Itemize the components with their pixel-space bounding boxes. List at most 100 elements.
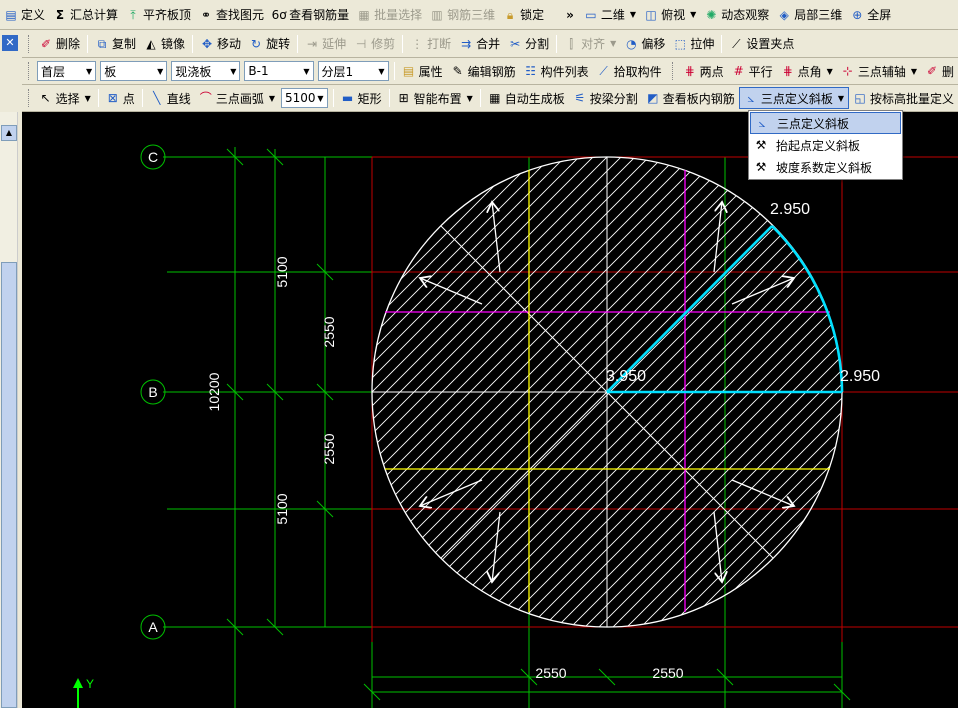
chevron-down-icon: ▼ bbox=[157, 66, 164, 76]
line-button[interactable]: ╲ 直线 bbox=[146, 87, 195, 109]
merge-button[interactable]: ⇉ 合并 bbox=[455, 33, 504, 55]
find-element-button[interactable]: ⚭ 查找图元 bbox=[195, 4, 268, 26]
mirror-button[interactable]: ◭ 镜像 bbox=[140, 33, 189, 55]
copy-button[interactable]: ⧉ 复制 bbox=[91, 33, 140, 55]
split-by-beam-button[interactable]: ⚟ 按梁分割 bbox=[569, 87, 642, 109]
trim-button[interactable]: ⊣ 修剪 bbox=[350, 33, 399, 55]
point-angle-icon: ⋕ bbox=[782, 64, 793, 78]
toolbar-grip[interactable] bbox=[28, 34, 31, 53]
component-select[interactable]: B-1 ▼ bbox=[244, 61, 314, 81]
drawing-canvas[interactable]: C B A 5100 5100 10200 2550 2550 2550 255… bbox=[22, 112, 958, 708]
pick-component-button[interactable]: ⟋ 拾取构件 bbox=[593, 60, 666, 82]
rotate-button[interactable]: ↻ 旋转 bbox=[245, 33, 294, 55]
floor-select[interactable]: 首层 ▼ bbox=[36, 61, 97, 81]
separator bbox=[721, 34, 723, 53]
set-grip-button[interactable]: ⟋ 设置夹点 bbox=[725, 33, 798, 55]
toolbar-grip[interactable] bbox=[28, 62, 31, 80]
toolbar-overflow[interactable]: » bbox=[566, 8, 574, 22]
separator bbox=[332, 89, 334, 107]
menu-item-slope-factor[interactable]: ⚒ 坡度系数定义斜板 bbox=[750, 156, 901, 178]
toolbar-grip[interactable] bbox=[671, 62, 675, 80]
close-icon[interactable]: ✕ bbox=[2, 35, 18, 51]
rebar-3d-icon: ▥ bbox=[431, 7, 443, 22]
scroll-thumb[interactable] bbox=[1, 262, 17, 708]
three-point-axis-icon: ⊹ bbox=[842, 64, 853, 78]
chevron-down-icon: ▼ bbox=[910, 66, 917, 76]
cube-icon: ◫ bbox=[645, 7, 657, 22]
extend-icon: ⇥ bbox=[307, 36, 318, 51]
summary-calc-button[interactable]: Σ 汇总计算 bbox=[49, 4, 122, 26]
lock-button[interactable]: 🔒︎ 锁定 bbox=[499, 4, 548, 26]
separator bbox=[297, 34, 299, 53]
local-3d-button[interactable]: ◈ 局部三维 bbox=[773, 4, 846, 26]
merge-icon: ⇉ bbox=[461, 36, 472, 51]
orbit-icon: ✺ bbox=[706, 7, 717, 22]
scroll-up-icon[interactable]: ▲ bbox=[1, 125, 17, 141]
smart-layout-dropdown[interactable]: ⊞ 智能布置 ▼ bbox=[393, 87, 477, 109]
window-icon: ▭ bbox=[585, 7, 597, 22]
slope-definition-menu: ⦣ 三点定义斜板 ⚒ 抬起点定义斜板 ⚒ 坡度系数定义斜板 bbox=[748, 110, 903, 180]
break-button[interactable]: ⋮ 打断 bbox=[406, 33, 455, 55]
point-button[interactable]: ⊠ 点 bbox=[102, 87, 139, 109]
menu-item-raise-point-slope[interactable]: ⚒ 抬起点定义斜板 bbox=[750, 134, 901, 156]
properties-button[interactable]: ▤ 属性 bbox=[398, 60, 447, 82]
category-select[interactable]: 板 ▼ bbox=[100, 61, 168, 81]
chevron-down-icon: ▼ bbox=[378, 66, 385, 76]
slope-icon: ⦣ bbox=[747, 91, 755, 105]
align-slab-top-button[interactable]: ⤒ 平齐板顶 bbox=[122, 4, 195, 26]
axis-label-b: B bbox=[148, 384, 157, 400]
menu-item-three-point-slope[interactable]: ⦣ 三点定义斜板 bbox=[750, 112, 901, 134]
edit-rebar-button[interactable]: ✎ 编辑钢筋 bbox=[447, 60, 520, 82]
trim-icon: ⊣ bbox=[355, 36, 367, 51]
eyedropper-icon: ⟋ bbox=[599, 64, 608, 78]
point-angle-axis-dropdown[interactable]: ⋕ 点角 ▼ bbox=[777, 60, 837, 82]
type-select[interactable]: 现浇板 ▼ bbox=[171, 61, 241, 81]
cursor-icon: ↖ bbox=[40, 91, 51, 105]
three-point-slope-icon: ⦣ bbox=[758, 116, 766, 130]
sublayer-select[interactable]: 分层1 ▼ bbox=[317, 61, 389, 81]
view-slab-rebar-button[interactable]: ◩ 查看板内钢筋 bbox=[642, 87, 739, 109]
stretch-button[interactable]: ⬚ 拉伸 bbox=[669, 33, 718, 55]
rectangle-button[interactable]: ▬ 矩形 bbox=[337, 87, 386, 109]
delete-axis-button[interactable]: ✐ 删 bbox=[921, 60, 958, 82]
view-rebar-qty-button[interactable]: 6ơ 查看钢筋量 bbox=[268, 4, 353, 26]
delete-button[interactable]: ✐ 删除 bbox=[35, 33, 84, 55]
extend-button[interactable]: ⇥ 延伸 bbox=[301, 33, 350, 55]
batch-select-button[interactable]: ▦ 批量选择 bbox=[353, 4, 426, 26]
component-list-button[interactable]: ☷ 构件列表 bbox=[520, 60, 593, 82]
top-view-dropdown[interactable]: ◫ 俯视 ▼ bbox=[640, 4, 700, 26]
two-point-axis-icon: ⋕ bbox=[684, 64, 695, 78]
move-button[interactable]: ✥ 移动 bbox=[196, 33, 245, 55]
parallel-axis-button[interactable]: # 平行 bbox=[728, 60, 777, 82]
define-button[interactable]: ▤ 定义 bbox=[0, 4, 49, 26]
two-point-axis-button[interactable]: ⋕ 两点 bbox=[679, 60, 728, 82]
offset-button[interactable]: ◔ 偏移 bbox=[620, 33, 669, 55]
chevron-down-icon: ▼ bbox=[610, 39, 617, 48]
lock-icon: 🔒︎ bbox=[506, 7, 514, 22]
separator bbox=[192, 34, 194, 53]
three-point-slope-dropdown[interactable]: ⦣ 三点定义斜板 ▼ bbox=[738, 87, 849, 109]
chevron-down-icon: ▼ bbox=[826, 66, 833, 76]
three-point-axis-dropdown[interactable]: ⊹ 三点辅轴 ▼ bbox=[837, 60, 921, 82]
auto-generate-slab-button[interactable]: ▦ 自动生成板 bbox=[484, 87, 569, 109]
rebar-3d-button[interactable]: ▥ 钢筋三维 bbox=[426, 4, 499, 26]
dim-total: 10200 bbox=[206, 372, 222, 411]
chevron-down-icon: ▼ bbox=[837, 93, 844, 103]
arc-radius-select[interactable]: 5100 ▼ bbox=[280, 88, 328, 108]
raise-point-icon: ⚒ bbox=[755, 138, 767, 152]
svg-text:Y: Y bbox=[86, 677, 94, 691]
select-dropdown[interactable]: ↖ 选择 ▼ bbox=[35, 87, 95, 109]
split-button[interactable]: ✂ 分割 bbox=[504, 33, 553, 55]
align-dropdown[interactable]: ⫿ 对齐 ▼ bbox=[560, 33, 620, 55]
batch-define-by-elevation-button[interactable]: ◱ 按标高批量定义 bbox=[849, 87, 958, 109]
line-icon: ╲ bbox=[153, 91, 161, 105]
define-icon: ▤ bbox=[5, 7, 17, 22]
three-point-arc-dropdown[interactable]: ⌒ 三点画弧 ▼ bbox=[195, 87, 279, 109]
dim-inner-lower: 2550 bbox=[321, 433, 337, 464]
move-icon: ✥ bbox=[202, 36, 213, 51]
separator bbox=[393, 62, 395, 80]
dynamic-view-button[interactable]: ✺ 动态观察 bbox=[700, 4, 773, 26]
view-2d-dropdown[interactable]: ▭ 二维 ▼ bbox=[580, 4, 640, 26]
fullscreen-button[interactable]: ⊕ 全屏 bbox=[846, 4, 895, 26]
toolbar-grip[interactable] bbox=[28, 89, 31, 107]
